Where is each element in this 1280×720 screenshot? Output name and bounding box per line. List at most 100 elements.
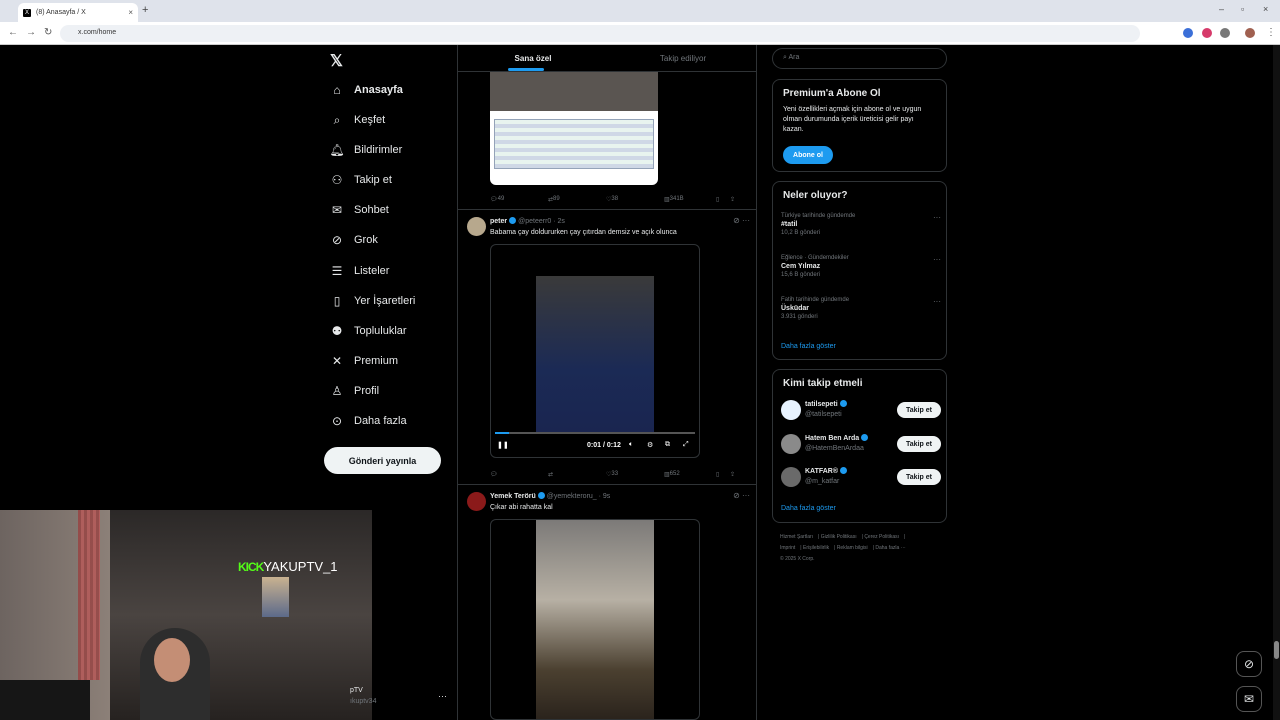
footer-link[interactable]: Gizlilik Politikası <box>821 534 857 540</box>
messages-fab-icon[interactable]: ✉ <box>1236 686 1262 712</box>
scrollbar-thumb[interactable] <box>1274 641 1279 659</box>
webcam-poster <box>262 577 289 617</box>
grok-fab-icon[interactable]: ⊘ <box>1236 651 1262 677</box>
url-field[interactable]: x.com/home <box>60 25 1140 42</box>
footer-link[interactable]: Erişilebilirlik <box>803 545 829 551</box>
more-icon[interactable]: ··· <box>933 297 941 306</box>
tab-for-you[interactable]: Sana özel <box>458 45 608 71</box>
nav-item-grok[interactable]: ⊘ Grok <box>322 225 452 255</box>
nav-item-premium[interactable]: ✕ Premium <box>322 346 452 376</box>
settings-icon[interactable]: ⚙ <box>647 441 665 449</box>
back-icon[interactable]: ← <box>8 27 18 38</box>
reply-button[interactable]: 💬︎ 49 <box>490 193 548 205</box>
share-icon[interactable]: ⇪ <box>730 193 735 205</box>
nav-item-lists[interactable]: ☰ Listeler <box>322 256 452 286</box>
menu-kebab-icon[interactable]: ⋮ <box>1266 27 1276 38</box>
like-count: 38 <box>611 196 619 202</box>
scrollbar[interactable] <box>1273 45 1280 720</box>
new-tab-button[interactable]: + <box>142 4 148 16</box>
bookmark-icon: ▯ <box>333 294 341 308</box>
author-name[interactable]: peter <box>490 218 507 225</box>
avatar[interactable] <box>781 434 801 454</box>
footer-link[interactable]: Hizmet Şartları <box>780 534 813 540</box>
trend-item[interactable]: Türkiye tarihinde gündemde #tatil 10,2 B g… <box>781 213 941 236</box>
x-logo-icon[interactable]: 𝕏 <box>330 51 343 71</box>
account-more-icon[interactable]: ··· <box>438 691 447 701</box>
avatar[interactable] <box>467 492 486 511</box>
like-button[interactable]: ♡ 33 <box>606 468 664 480</box>
fullscreen-icon[interactable]: ⤢ <box>683 441 689 449</box>
post[interactable]: Yemek Terörü @yemekteroru_ · 9s ⊘ ··· Çık… <box>458 485 756 720</box>
nav-item-home[interactable]: ⌂ Anasayfa <box>322 75 452 105</box>
footer-link[interactable]: Imprint <box>780 545 795 551</box>
reload-icon[interactable]: ↻ <box>44 27 52 38</box>
trend-item[interactable]: Eğlence · Gündemdekiler Cem Yılmaz 15,6 B … <box>781 255 941 278</box>
follow-suggestion[interactable]: Hatem Ben Arda @HatemBenArdaa Takip et <box>781 432 941 458</box>
share-icon[interactable]: ⇪ <box>730 468 735 480</box>
search-input[interactable]: ⌕ Ara <box>772 48 947 69</box>
footer-link[interactable]: Daha fazla ··· <box>875 545 905 551</box>
extension-icon[interactable] <box>1202 28 1212 38</box>
post-text: Babama çay doldururken çay çıtırdan dems… <box>490 229 677 236</box>
post-actions: 💬︎ 49 ⇄ 89 ♡ 38 ▥ 341B ▯ ⇪ <box>490 193 750 205</box>
subscribe-button[interactable]: Abone ol <box>783 146 833 164</box>
profile-avatar[interactable] <box>1245 28 1255 38</box>
nav-label: Anasayfa <box>354 84 403 96</box>
nav-item-communities[interactable]: ⚉ Topluluklar <box>322 316 452 346</box>
pause-icon[interactable]: ❚❚ <box>497 441 587 449</box>
maximize-button[interactable]: ▫ <box>1241 4 1244 14</box>
grok-icon[interactable]: ⊘ ··· <box>733 216 750 225</box>
forward-icon[interactable]: → <box>26 27 36 38</box>
extensions-puzzle-icon[interactable] <box>1220 28 1230 38</box>
follow-suggestion[interactable]: tatilsepeti @tatilsepeti Takip et <box>781 398 941 424</box>
minimize-button[interactable]: – <box>1219 4 1224 14</box>
footer-link[interactable]: Reklam bilgisi <box>837 545 868 551</box>
video-progress[interactable] <box>495 432 695 434</box>
volume-icon[interactable]: 🔈︎ <box>629 441 647 449</box>
follow-button[interactable]: Takip et <box>897 402 941 418</box>
views-button[interactable]: ▥ 652 <box>664 468 716 480</box>
bookmark-icon[interactable]: ▯ <box>716 468 730 480</box>
avatar[interactable] <box>467 217 486 236</box>
pip-icon[interactable]: ⧉ <box>665 441 683 449</box>
follow-button[interactable]: Takip et <box>897 469 941 485</box>
avatar[interactable] <box>781 400 801 420</box>
close-tab-icon[interactable]: × <box>128 8 133 17</box>
nav-item-notifications[interactable]: 🔔︎ Bildirimler <box>322 135 452 165</box>
avatar[interactable] <box>781 467 801 487</box>
show-more-link[interactable]: Daha fazla göster <box>781 343 836 350</box>
grok-icon[interactable]: ⊘ ··· <box>733 491 750 500</box>
bookmark-icon[interactable]: ▯ <box>716 193 730 205</box>
nav-label: Yer İşaretleri <box>354 295 416 307</box>
show-more-link[interactable]: Daha fazla göster <box>781 505 836 512</box>
post[interactable]: peter @peteerr0 · 2s ⊘ ··· Babama çay dol… <box>458 210 756 484</box>
video-player[interactable] <box>490 519 700 720</box>
nav-item-bookmarks[interactable]: ▯ Yer İşaretleri <box>322 286 452 316</box>
tab-following[interactable]: Takip ediliyor <box>608 45 756 71</box>
author-name[interactable]: Yemek Terörü <box>490 493 536 500</box>
browser-tab[interactable]: X (8) Anasayfa / X × <box>18 3 138 22</box>
more-icon[interactable]: ··· <box>933 255 941 264</box>
account-switcher[interactable]: pTV ıkuptv34 <box>350 686 376 707</box>
nav-item-chat[interactable]: ✉ Sohbet <box>322 195 452 225</box>
repost-button[interactable]: ⇄ 89 <box>548 193 606 205</box>
follow-button[interactable]: Takip et <box>897 436 941 452</box>
close-window-button[interactable]: × <box>1263 4 1268 14</box>
repost-button[interactable]: ⇄ <box>548 468 606 480</box>
more-icon[interactable]: ··· <box>933 213 941 222</box>
reply-button[interactable]: 💬︎ <box>490 468 548 480</box>
views-button[interactable]: ▥ 341B <box>664 193 716 205</box>
post-button[interactable]: Gönderi yayınla <box>324 447 441 474</box>
nav-label: Bildirimler <box>354 144 403 156</box>
follow-suggestion[interactable]: KATFAR® @m_katfar Takip et <box>781 465 941 491</box>
post-image[interactable] <box>490 55 658 185</box>
extension-icon[interactable] <box>1183 28 1193 38</box>
trend-item[interactable]: Fatih tarihinde gündemde Üsküdar 3.931 gön… <box>781 297 941 320</box>
nav-item-profile[interactable]: ♙ Profil <box>322 376 452 406</box>
nav-item-explore[interactable]: ⌕ Keşfet <box>322 105 452 135</box>
like-button[interactable]: ♡ 38 <box>606 193 664 205</box>
footer-link[interactable]: Çerez Politikası <box>864 534 899 540</box>
nav-item-more[interactable]: ⊙ Daha fazla <box>322 406 452 436</box>
nav-item-follow[interactable]: ⚇ Takip et <box>322 165 452 195</box>
video-player[interactable]: ❚❚ 0:01 / 0:12 🔈︎ ⚙ ⧉ ⤢ <box>490 244 700 458</box>
